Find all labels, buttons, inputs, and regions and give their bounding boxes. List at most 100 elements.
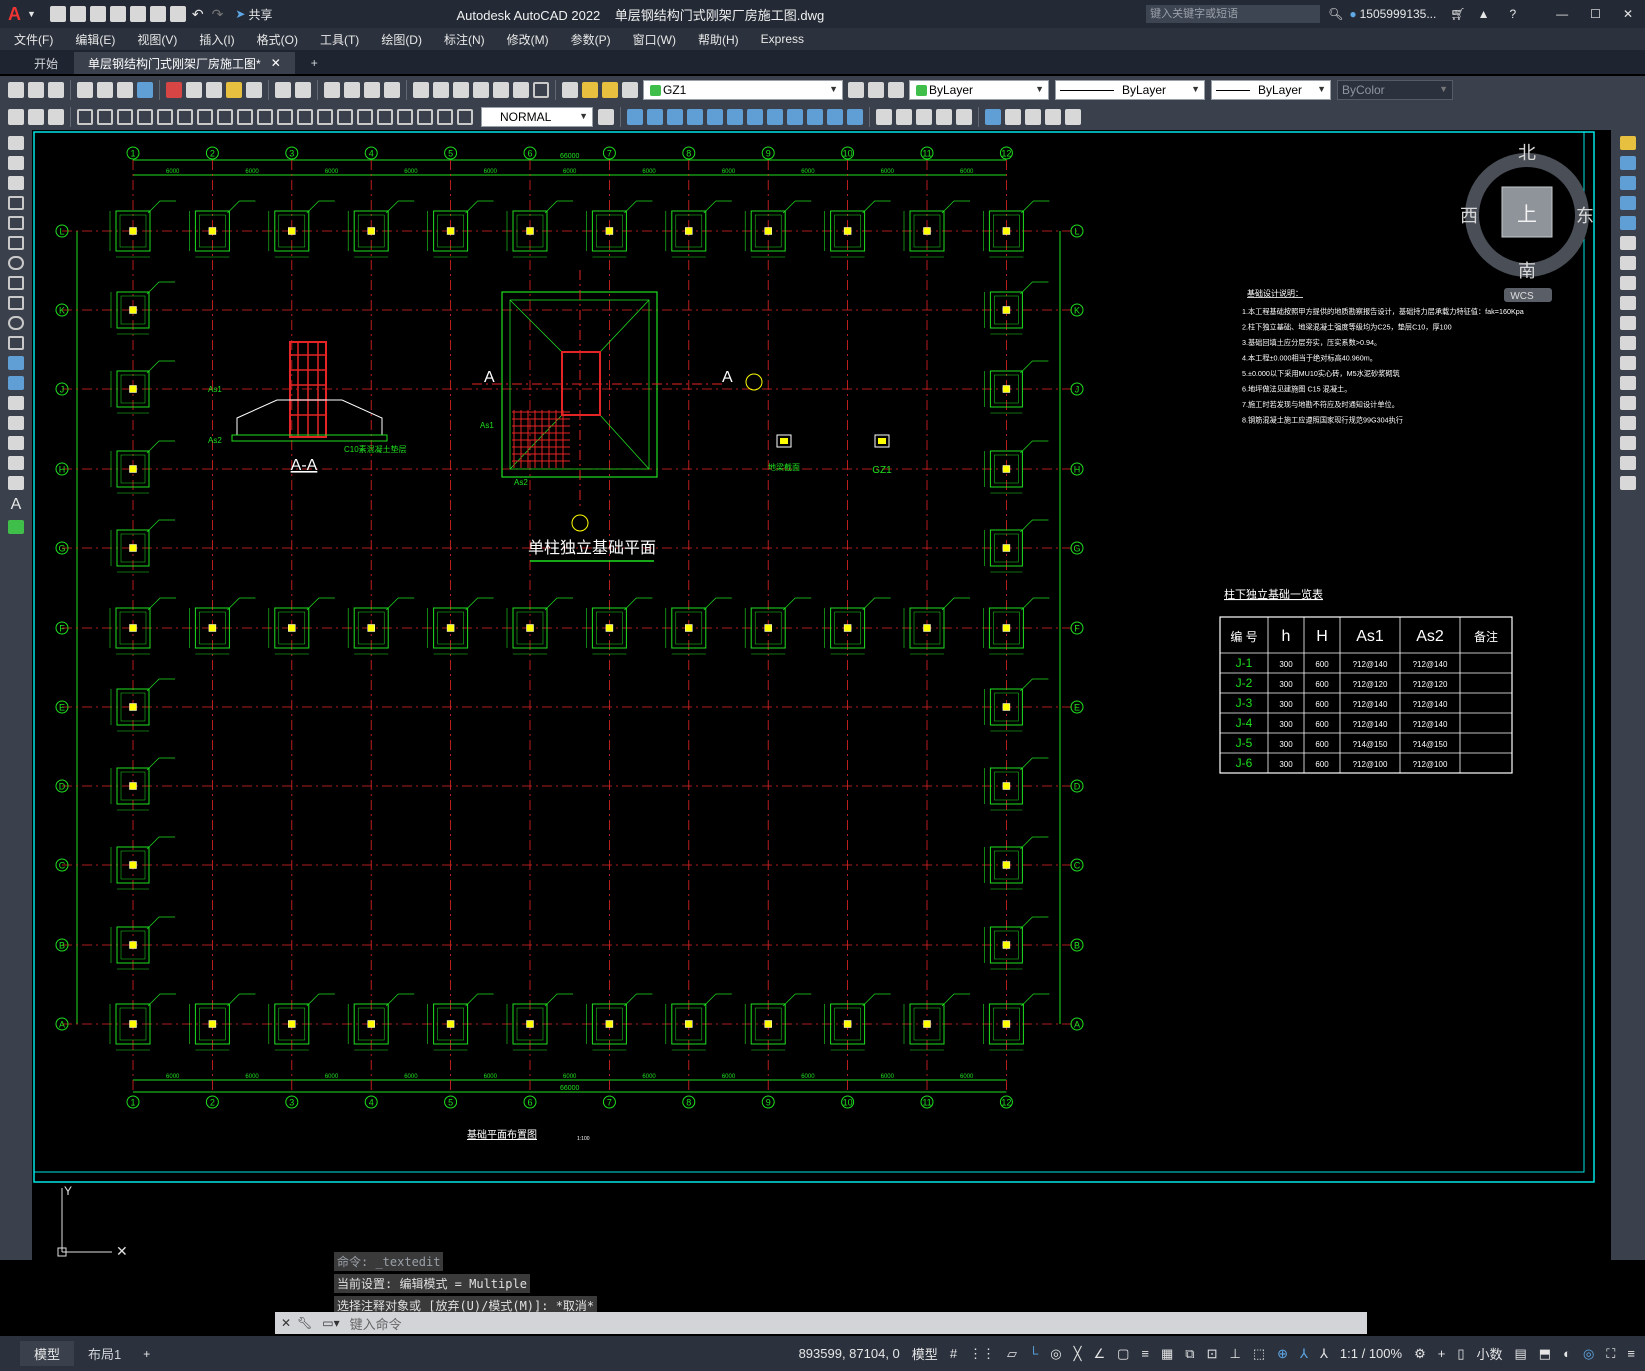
3d-osnap-icon[interactable]: ⊡ (1207, 1346, 1218, 1362)
share-icon[interactable]: ➤ (235, 7, 245, 21)
hatch-side-icon[interactable] (8, 416, 24, 430)
zoom-window-icon[interactable] (364, 82, 380, 98)
lock-ui-icon[interactable]: ⬒ (1539, 1346, 1551, 1362)
add-selected-icon[interactable] (8, 520, 24, 534)
share-button[interactable]: 共享 (248, 6, 272, 23)
construction-line-icon[interactable] (8, 156, 24, 170)
lineweight-icon[interactable]: ≡ (1141, 1346, 1149, 1361)
close-command-icon[interactable]: ✕ (281, 1316, 291, 1330)
annotate-icon[interactable] (8, 109, 24, 125)
dim-text-edit-icon[interactable] (437, 109, 453, 125)
attribute-icon[interactable] (916, 109, 932, 125)
layer-lock-icon[interactable] (622, 82, 638, 98)
search-box[interactable]: 键入关键字或短语 (1146, 5, 1321, 23)
isolate-objects-icon[interactable]: ◐ (1563, 1346, 1571, 1361)
tab-layout1[interactable]: 布局1 (74, 1341, 135, 1366)
customize-status-icon[interactable]: ≡ (1627, 1346, 1635, 1361)
minimize-icon[interactable]: — (1556, 7, 1568, 21)
table-icon[interactable] (1025, 109, 1041, 125)
dim-update-icon[interactable] (457, 109, 473, 125)
clean-screen-icon[interactable]: ⛶ (1606, 1346, 1615, 1362)
insert-block-side-icon[interactable] (8, 356, 24, 370)
viewcube-north[interactable]: 北 (1518, 143, 1536, 163)
layer-freeze-icon[interactable] (602, 82, 618, 98)
make-current-icon[interactable] (848, 82, 864, 98)
units-dropdown[interactable]: 小数 (1476, 1344, 1502, 1363)
move-side-icon[interactable] (1620, 236, 1636, 250)
close-icon[interactable]: ✕ (1623, 7, 1633, 21)
polyline-icon[interactable] (8, 176, 24, 190)
ellipse-icon[interactable] (8, 316, 24, 330)
autodesk-account-icon[interactable]: ▲ (1478, 7, 1490, 21)
command-input[interactable]: 键入命令 (350, 1314, 402, 1333)
isodraft-icon[interactable]: ╳ (1074, 1346, 1082, 1362)
drawing-canvas[interactable]: 6600066000116000600022600060003360006000… (32, 130, 1611, 1260)
revision-cloud-icon[interactable] (8, 276, 24, 290)
wcs-menu[interactable]: WCS (1510, 291, 1534, 302)
qnew-icon[interactable] (8, 82, 24, 98)
point-side-icon[interactable] (8, 396, 24, 410)
scale-icon[interactable] (727, 109, 743, 125)
erase-icon[interactable] (767, 109, 783, 125)
plot-icon[interactable] (77, 82, 93, 98)
viewcube-south[interactable]: 南 (1518, 261, 1536, 281)
print-icon[interactable] (169, 6, 186, 22)
group-icon[interactable] (956, 109, 972, 125)
dim-edit-icon[interactable] (417, 109, 433, 125)
dim-space-icon[interactable] (297, 109, 313, 125)
color-dropdown[interactable]: ByLayer ▼ (909, 80, 1049, 100)
break-point-icon[interactable] (1620, 356, 1636, 370)
array-icon[interactable] (747, 109, 763, 125)
customize-icon[interactable]: 🔧︎ (297, 1316, 312, 1330)
tool-palettes-icon[interactable] (453, 82, 469, 98)
undo-icon[interactable]: ↶ (192, 6, 204, 23)
menu-express[interactable]: Express (761, 32, 804, 46)
object-snap-icon[interactable]: ▢ (1117, 1346, 1129, 1362)
snap-icon[interactable]: ⋮⋮ (969, 1346, 995, 1362)
rotate-side-icon[interactable] (1620, 256, 1636, 270)
layer-on-icon[interactable] (582, 82, 598, 98)
coordinates-readout[interactable]: 893599, 87104, 0 (799, 1346, 900, 1361)
array-side-icon[interactable] (1620, 216, 1636, 230)
tab-model[interactable]: 模型 (20, 1341, 75, 1366)
pan-icon[interactable] (324, 82, 340, 98)
move-icon[interactable] (627, 109, 643, 125)
user-icon[interactable]: ● (1349, 7, 1356, 21)
fillet-icon[interactable] (847, 109, 863, 125)
dynamic-ucs-icon[interactable]: ⊥ (1229, 1346, 1240, 1362)
copy-object-icon[interactable] (647, 109, 663, 125)
dim-break-icon[interactable] (317, 109, 333, 125)
chamfer-icon[interactable] (1620, 416, 1636, 430)
menu-draw[interactable]: 绘图(D) (381, 31, 422, 48)
app-logo[interactable]: A (8, 4, 21, 25)
new-tab-button[interactable]: + (297, 52, 332, 74)
join-icon[interactable] (1620, 396, 1636, 410)
menu-file[interactable]: 文件(F) (14, 31, 53, 48)
new-file-icon[interactable] (49, 6, 66, 22)
add-layout-icon[interactable]: + (135, 1347, 158, 1361)
insert-block-icon[interactable] (876, 109, 892, 125)
help-tool-icon[interactable] (533, 82, 549, 98)
inspection-icon[interactable] (377, 109, 393, 125)
redo-icon[interactable]: ↷ (212, 6, 224, 23)
transparency-icon[interactable]: ▦ (1161, 1346, 1173, 1362)
properties-icon[interactable] (413, 82, 429, 98)
stretch-side-icon[interactable] (1620, 296, 1636, 310)
open-web-icon[interactable] (129, 6, 146, 22)
recent-commands-icon[interactable]: ▭▾ (322, 1316, 339, 1330)
diameter-dim-icon[interactable] (197, 109, 213, 125)
quick-dim-icon[interactable] (237, 109, 253, 125)
menu-dimension[interactable]: 标注(N) (444, 31, 485, 48)
ortho-icon[interactable]: └ (1029, 1346, 1038, 1361)
workspace-gear-icon[interactable]: ⚙ (1414, 1346, 1426, 1362)
plotstyle-dropdown[interactable]: ByColor ▼ (1337, 80, 1453, 100)
continue-dim-icon[interactable] (277, 109, 293, 125)
center-mark-icon[interactable] (357, 109, 373, 125)
menu-help[interactable]: 帮助(H) (698, 31, 739, 48)
xref-icon[interactable] (936, 109, 952, 125)
arc-icon[interactable] (8, 236, 24, 250)
trim-side-icon[interactable] (1620, 316, 1636, 330)
cut-icon[interactable] (166, 82, 182, 98)
stretch-icon[interactable] (667, 109, 683, 125)
viewcube-top[interactable]: 上 (1517, 203, 1537, 226)
